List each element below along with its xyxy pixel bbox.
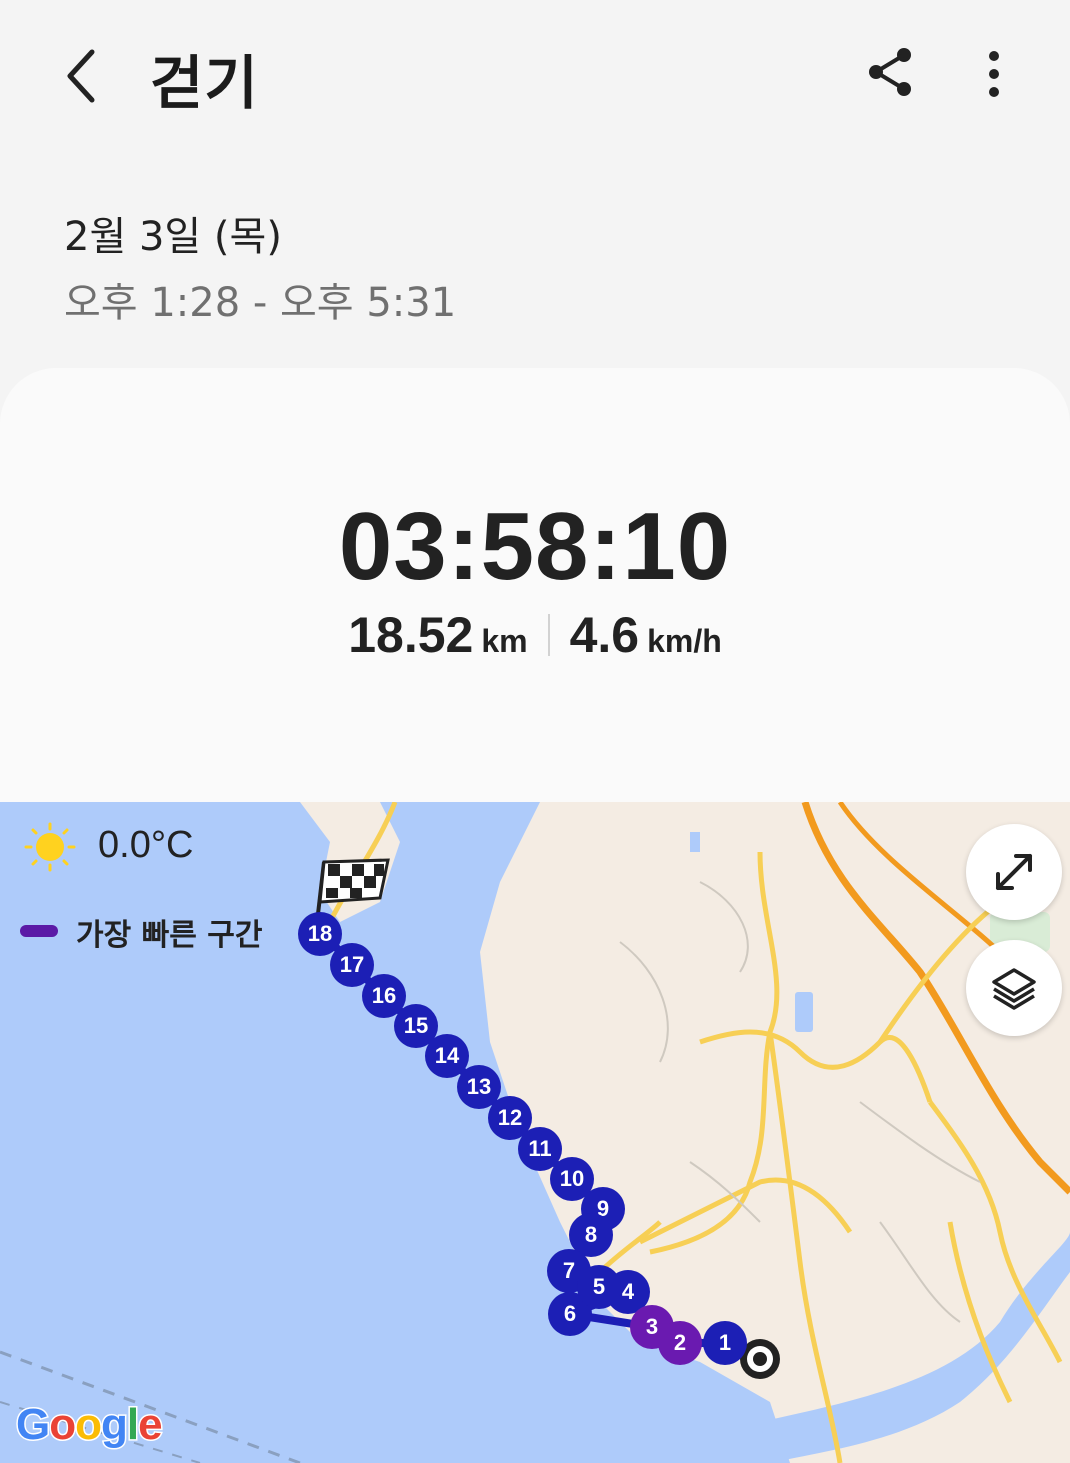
share-icon — [869, 48, 911, 96]
more-vertical-icon — [989, 51, 999, 97]
summary-card — [0, 368, 1070, 838]
map-pond — [690, 832, 700, 852]
workout-date: 2월 3일 (목) — [64, 214, 282, 260]
fastest-segment-swatch — [20, 925, 58, 937]
speed-unit: km/h — [647, 623, 722, 659]
distance-value: 18.52 — [348, 607, 474, 663]
google-attribution-logo: Google — [14, 1399, 164, 1451]
chevron-left-icon — [67, 49, 95, 103]
layers-icon — [992, 968, 1036, 1010]
app-bar: 걷기 — [0, 0, 1070, 150]
expand-icon — [996, 854, 1032, 890]
stats-row: 18.52 km 4.6 km/h — [0, 606, 1070, 664]
speed-value: 4.6 — [569, 607, 640, 663]
route-map[interactable]: 18 17 16 15 14 13 12 11 10 9 8 7 6 4 5 3… — [0, 802, 1070, 1463]
map-layers-button[interactable] — [966, 940, 1062, 1036]
duration-value: 03:58:10 — [338, 493, 732, 600]
share-button[interactable] — [862, 44, 918, 100]
distance-unit: km — [481, 623, 528, 659]
sun-icon — [24, 822, 76, 872]
fastest-segment-label: 가장 빠른 구간 — [76, 918, 263, 953]
expand-map-button[interactable] — [966, 824, 1062, 920]
temperature: 0.0°C — [98, 824, 194, 866]
workout-time-range: 오후 1:28 - 오후 5:31 — [64, 280, 457, 326]
lap-marker-2[interactable]: 2 — [658, 1321, 702, 1365]
lap-marker-5[interactable]: 5 — [577, 1265, 621, 1309]
more-options-button[interactable] — [966, 44, 1022, 104]
lap-marker-1[interactable]: 1 — [703, 1321, 747, 1365]
page-title: 걷기 — [150, 49, 259, 117]
back-button[interactable] — [52, 40, 112, 110]
map-pond — [795, 992, 813, 1032]
stats-divider — [547, 614, 550, 656]
